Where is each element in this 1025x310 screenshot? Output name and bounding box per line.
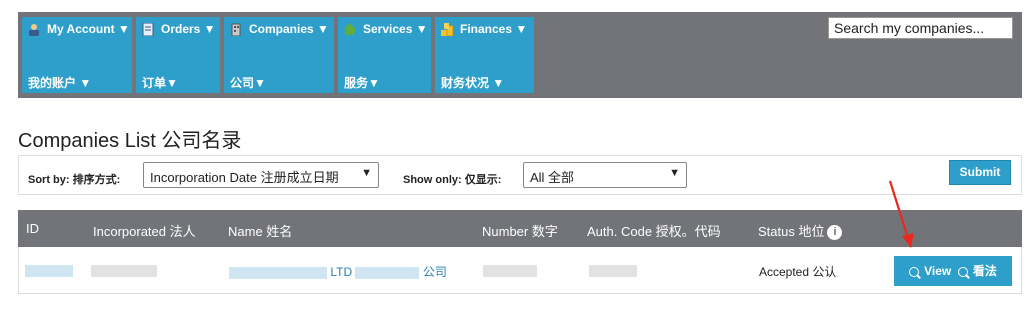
name-visible-part-2: 公司 — [422, 265, 447, 279]
menu-finances-label: Finances ▼ — [460, 22, 528, 36]
column-header-id: ID — [26, 221, 39, 236]
document-icon — [142, 22, 154, 36]
submit-button[interactable]: Submit — [949, 160, 1011, 185]
search-icon — [909, 266, 920, 277]
view-label: View — [924, 264, 952, 278]
redacted-id — [25, 264, 73, 277]
show-only-select[interactable]: All 全部 ▼ — [523, 162, 687, 188]
menu-companies[interactable]: Companies ▼ 公司▼ — [224, 17, 334, 93]
table-header: ID Incorporated 法人 Name 姓名 Number 数字 Aut… — [18, 210, 1022, 247]
search-icon — [957, 266, 968, 277]
column-header-incorporated: Incorporated 法人 — [93, 224, 196, 239]
page-title: Companies List 公司名录 — [18, 130, 242, 152]
chevron-down-icon: ▼ — [669, 167, 680, 179]
sort-select[interactable]: Incorporation Date 注册成立日期 ▼ — [143, 162, 379, 188]
table-row: LTD 公司 Accepted 公认 View 看法 — [18, 247, 1022, 294]
menu-companies-sublabel: 公司▼ — [230, 76, 266, 90]
menu-orders[interactable]: Orders ▼ 订单▼ — [136, 17, 220, 93]
menu-finances-sublabel: 财务状况 ▼ — [441, 76, 505, 90]
redacted-number — [483, 264, 537, 277]
auth-code-cell — [589, 263, 637, 277]
id-cell — [25, 263, 73, 277]
view-button[interactable]: View 看法 — [894, 256, 1012, 286]
status-text: Accepted 公认 — [759, 265, 837, 279]
name-visible-part-1: LTD — [330, 265, 353, 279]
building-icon — [230, 23, 242, 36]
menu-services-label: Services ▼ — [363, 22, 428, 36]
show-only-select-value: All 全部 — [530, 170, 575, 185]
menu-companies-label: Companies ▼ — [249, 22, 329, 36]
chevron-down-icon: ▼ — [361, 167, 372, 179]
column-header-number: Number 数字 — [482, 224, 558, 239]
redacted-name-part — [355, 266, 420, 279]
menu-services[interactable]: Services ▼ 服务▼ — [338, 17, 431, 93]
redacted-auth-code — [589, 264, 637, 277]
company-name-link[interactable]: LTD 公司 — [229, 263, 447, 280]
menu-my-account[interactable]: My Account ▼ 我的账户 ▼ — [22, 17, 132, 93]
filter-bar: Sort by: 排序方式: Incorporation Date 注册成立日期… — [18, 155, 1022, 195]
incorporated-cell — [91, 263, 157, 277]
menu-services-sublabel: 服务▼ — [344, 76, 380, 90]
redacted-date — [91, 264, 157, 277]
column-header-auth-code: Auth. Code 授权。代码 — [587, 224, 721, 239]
view-label-cn: 看法 — [972, 264, 997, 278]
menu-my-account-sublabel: 我的账户 ▼ — [28, 76, 92, 90]
menu-finances[interactable]: Finances ▼ 财务状况 ▼ — [435, 17, 534, 93]
menu-orders-label: Orders ▼ — [161, 22, 216, 36]
menu-my-account-label: My Account ▼ — [47, 22, 130, 36]
column-header-name: Name 姓名 — [228, 224, 293, 239]
column-header-status: Status 地位 i — [758, 221, 843, 241]
menu-orders-sublabel: 订单▼ — [142, 76, 178, 90]
sort-select-value: Incorporation Date 注册成立日期 — [150, 170, 339, 185]
top-navigation-bar: My Account ▼ 我的账户 ▼ Orders ▼ 订单▼ Compani… — [18, 12, 1022, 98]
sort-label: Sort by: 排序方式: — [28, 174, 121, 186]
column-header-status-label: Status 地位 — [758, 224, 825, 239]
puzzle-icon — [344, 23, 357, 36]
redacted-name-part — [229, 266, 327, 279]
info-icon[interactable]: i — [827, 225, 843, 241]
user-icon — [28, 23, 40, 36]
search-input[interactable] — [828, 17, 1013, 39]
coins-icon — [441, 22, 454, 36]
show-only-label: Show only: 仅显示: — [403, 174, 502, 186]
number-cell — [483, 263, 537, 277]
